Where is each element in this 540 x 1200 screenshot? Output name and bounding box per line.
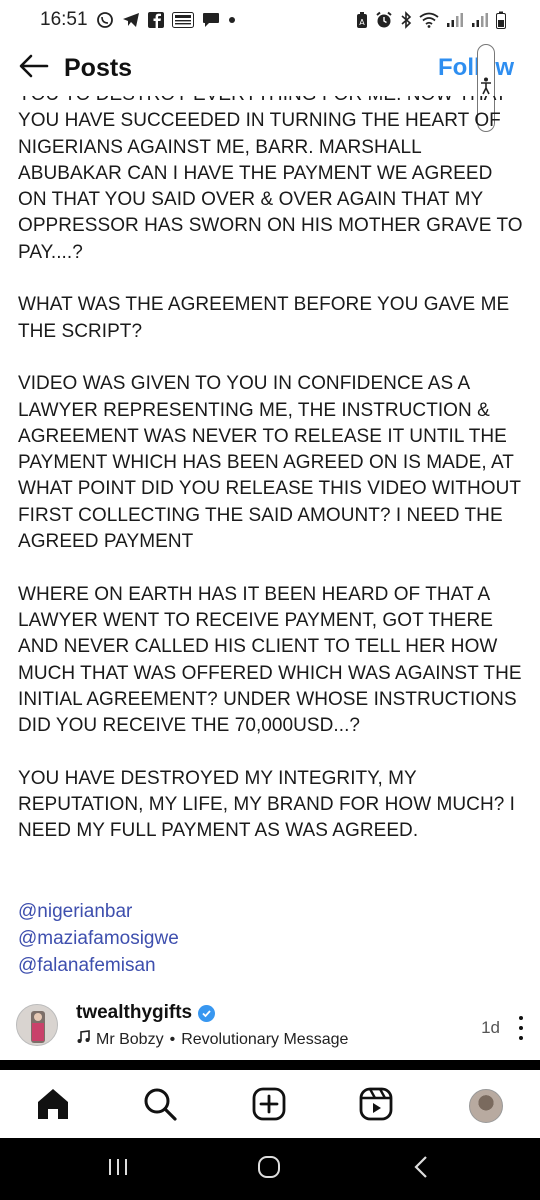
caption-paragraph: YOU TO DESTROY EVERYTHING FOR ME. NOW TH… (18, 96, 523, 263)
mention-link[interactable]: @maziafamosigwe (18, 925, 179, 952)
telegram-icon (122, 12, 140, 28)
author-avatar[interactable] (16, 1004, 58, 1046)
recent-apps-button[interactable] (103, 1156, 133, 1182)
post-author-row: twealthygifts Mr Bobzy • Revolutionary M… (0, 1000, 540, 1058)
recent-apps-icon (107, 1157, 129, 1182)
home-button[interactable] (254, 1155, 284, 1184)
reels-icon (359, 1087, 393, 1126)
mention-list: @nigerianbar @maziafamosigwe @falanafemi… (18, 898, 179, 979)
mention-link[interactable]: @nigerianbar (18, 898, 179, 925)
author-username-row[interactable]: twealthygifts (76, 1002, 216, 1024)
back-button[interactable] (14, 48, 54, 88)
audio-track: Revolutionary Message (181, 1030, 349, 1048)
post-caption-area[interactable]: YOU TO DESTROY EVERYTHING FOR ME. NOW TH… (0, 96, 540, 1000)
battery-icon (496, 11, 506, 29)
svg-text:A: A (359, 18, 365, 27)
dot-icon (228, 16, 236, 24)
nav-profile[interactable] (466, 1086, 506, 1126)
nav-reels[interactable] (356, 1086, 396, 1126)
back-button-system[interactable] (406, 1155, 436, 1184)
status-bar: 16:51 A (0, 0, 540, 40)
mention-link[interactable]: @falanafemisan (18, 952, 179, 979)
caption-paragraph: WHERE ON EARTH HAS IT BEEN HEARD OF THAT… (18, 583, 522, 737)
audio-info[interactable]: Mr Bobzy • Revolutionary Message (76, 1030, 348, 1049)
separator-dot: • (169, 1030, 176, 1048)
status-time: 16:51 (40, 9, 88, 30)
bluetooth-icon (400, 11, 412, 29)
music-note-icon (76, 1030, 90, 1049)
whatsapp-icon (96, 11, 114, 29)
battery-saver-icon: A (356, 11, 368, 29)
alarm-icon (375, 11, 393, 29)
page-title: Posts (64, 53, 133, 82)
media-edge (0, 1060, 540, 1070)
caption-paragraph: YOU HAVE DESTROYED MY INTEGRITY, MY REPU… (18, 767, 515, 842)
caption-paragraph: WHAT WAS THE AGREEMENT BEFORE YOU GAVE M… (18, 294, 510, 342)
nav-search[interactable] (140, 1086, 180, 1126)
wifi-icon (419, 12, 439, 28)
nav-home[interactable] (33, 1086, 73, 1126)
home-icon (35, 1087, 71, 1126)
create-post-icon (252, 1087, 286, 1126)
post-time: 1d (481, 1018, 500, 1037)
news-icon (171, 12, 194, 28)
more-options-button[interactable] (514, 1016, 528, 1040)
top-app-bar: Posts Follow (0, 40, 540, 96)
verified-badge-icon (198, 1004, 216, 1022)
nav-create[interactable] (249, 1086, 289, 1126)
signal-icon (446, 12, 464, 28)
follow-button[interactable]: Follow (438, 54, 514, 82)
facebook-icon (147, 12, 164, 28)
bottom-navigation (0, 1070, 540, 1138)
author-username[interactable]: twealthygifts (76, 1002, 192, 1024)
home-circle-icon (257, 1155, 281, 1184)
caption-paragraph: VIDEO WAS GIVEN TO YOU IN CONFIDENCE AS … (18, 373, 521, 553)
chat-bubble-icon (202, 12, 220, 28)
audio-artist: Mr Bobzy (96, 1030, 164, 1048)
signal-icon (471, 12, 489, 28)
search-icon (143, 1087, 177, 1126)
back-chevron-icon (413, 1155, 429, 1184)
post-caption: YOU TO DESTROY EVERYTHING FOR ME. NOW TH… (18, 96, 526, 871)
arrow-left-icon (19, 54, 49, 83)
system-navigation-bar (0, 1138, 540, 1200)
profile-avatar (469, 1089, 503, 1123)
more-vertical-icon (519, 1016, 523, 1020)
